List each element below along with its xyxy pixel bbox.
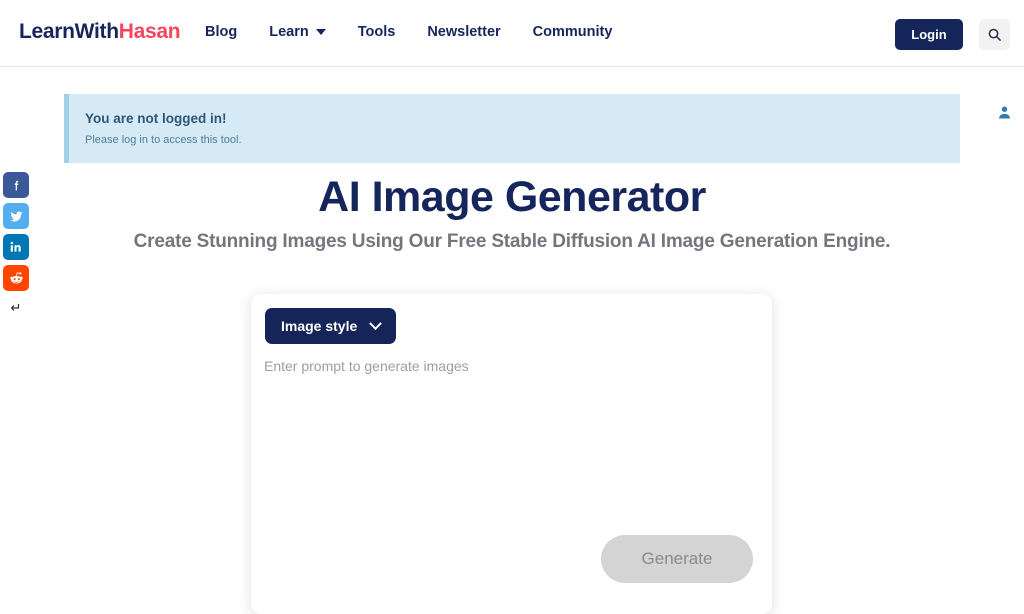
site-logo[interactable]: LearnWithHasan bbox=[19, 20, 181, 44]
primary-navigation: Blog Learn Tools Newsletter Community bbox=[205, 24, 612, 40]
social-rail-expand-toggle[interactable]: ↵ bbox=[3, 298, 29, 318]
facebook-share-button[interactable] bbox=[3, 172, 29, 198]
search-button[interactable] bbox=[979, 19, 1010, 50]
image-style-dropdown-label: Image style bbox=[281, 318, 358, 334]
nav-item-blog-label: Blog bbox=[205, 24, 238, 40]
social-share-rail: ↵ bbox=[3, 172, 29, 318]
nav-item-tools[interactable]: Tools bbox=[358, 24, 396, 40]
nav-item-community-label: Community bbox=[532, 24, 613, 40]
not-logged-in-alert: You are not logged in! Please log in to … bbox=[64, 94, 960, 163]
logo-text-accent: Hasan bbox=[118, 20, 181, 43]
alert-title: You are not logged in! bbox=[85, 111, 227, 126]
logo-text-primary: LearnWith bbox=[19, 20, 119, 43]
search-icon bbox=[988, 28, 1001, 41]
user-icon bbox=[999, 106, 1010, 119]
nav-item-learn[interactable]: Learn bbox=[269, 24, 326, 40]
reddit-share-button[interactable] bbox=[3, 265, 29, 291]
nav-item-blog[interactable]: Blog bbox=[205, 24, 237, 40]
linkedin-share-button[interactable] bbox=[3, 234, 29, 260]
login-button[interactable]: Login bbox=[895, 19, 963, 50]
image-style-dropdown[interactable]: Image style bbox=[265, 308, 397, 344]
chevron-down-icon bbox=[369, 316, 383, 330]
page-title: AI Image Generator bbox=[318, 173, 706, 221]
twitter-share-button[interactable] bbox=[3, 203, 29, 229]
nav-item-community[interactable]: Community bbox=[533, 24, 613, 40]
top-navbar: LearnWithHasan Blog Learn Tools Newslett… bbox=[0, 0, 1024, 67]
prompt-input[interactable] bbox=[264, 358, 758, 548]
alert-user-avatar[interactable] bbox=[996, 104, 1013, 121]
twitter-icon bbox=[9, 211, 23, 221]
nav-item-newsletter-label: Newsletter bbox=[427, 24, 501, 40]
nav-item-learn-label: Learn bbox=[269, 24, 309, 40]
page-subtitle: Create Stunning Images Using Our Free St… bbox=[133, 231, 891, 252]
linkedin-icon bbox=[10, 241, 21, 252]
nav-item-newsletter[interactable]: Newsletter bbox=[427, 24, 500, 40]
nav-item-tools-label: Tools bbox=[357, 24, 396, 40]
reddit-icon bbox=[9, 271, 23, 283]
facebook-icon bbox=[14, 180, 18, 190]
alert-body: You are not logged in! Please log in to … bbox=[69, 111, 242, 146]
chevron-down-icon bbox=[315, 29, 326, 35]
alert-subtitle: Please log in to access this tool. bbox=[85, 134, 242, 146]
image-generator-card: Image style Generate bbox=[251, 294, 772, 614]
